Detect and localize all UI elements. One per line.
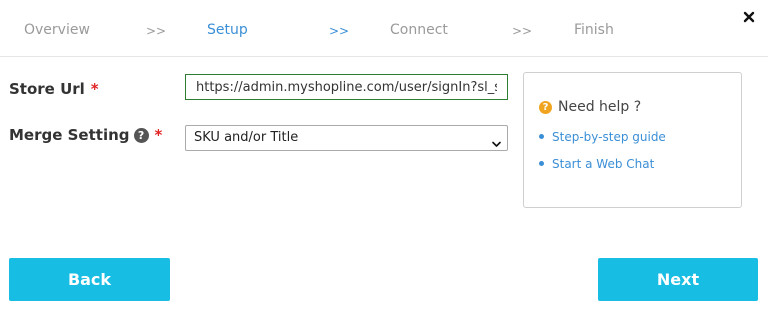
merge-setting-value: SKU and/or Title [194,130,299,145]
help-title-text: Need help ? [558,99,642,115]
step-overview[interactable]: Overview [24,21,90,39]
step-finish[interactable]: Finish [574,21,614,39]
help-panel: ? Need help ? Step-by-step guide Start a … [523,72,742,208]
required-marker: * [154,126,163,144]
step-separator: >> [512,24,533,38]
step-connect[interactable]: Connect [390,21,448,39]
close-icon[interactable] [742,9,756,23]
required-marker: * [90,80,99,98]
store-url-label: Store Url * [9,80,99,98]
step-setup[interactable]: Setup [207,21,248,39]
help-link-guide[interactable]: Step-by-step guide [539,130,666,144]
help-link-label: Start a Web Chat [552,157,655,171]
back-button[interactable]: Back [9,258,170,301]
help-link-web-chat[interactable]: Start a Web Chat [539,157,654,171]
merge-setting-label: Merge Setting? * [9,126,162,144]
store-url-input[interactable] [185,74,508,100]
bullet-icon [539,161,544,166]
wizard-steps: Overview >> Setup >> Connect >> Finish [0,0,768,57]
help-title: ? Need help ? [539,99,641,115]
merge-setting-select[interactable]: SKU and/or Title [185,125,508,151]
setup-wizard: Overview >> Setup >> Connect >> Finish S… [0,0,768,333]
help-link-label: Step-by-step guide [552,130,666,144]
question-icon: ? [539,101,552,114]
step-separator: >> [329,24,350,38]
step-separator: >> [146,24,167,38]
chevron-down-icon [492,134,501,147]
merge-setting-label-text: Merge Setting [9,126,130,144]
next-button[interactable]: Next [598,258,758,301]
info-icon[interactable]: ? [133,128,149,143]
store-url-label-text: Store Url [9,80,85,98]
bullet-icon [539,134,544,139]
